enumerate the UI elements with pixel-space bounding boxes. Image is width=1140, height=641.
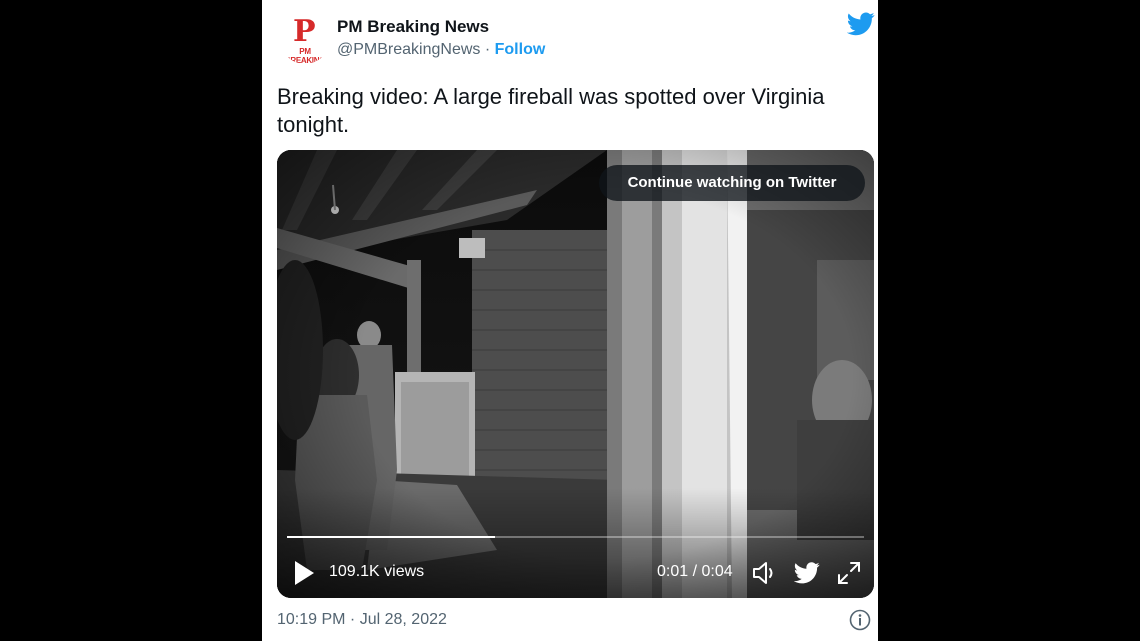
avatar-logo-text: PM BREAKING [284,47,326,64]
fullscreen-icon[interactable] [836,560,862,586]
handle-row: @PMBreakingNews · Follow [337,41,545,59]
twitter-bird-small-icon[interactable] [794,560,820,586]
view-count: 109.1K views [329,563,425,580]
account-handle[interactable]: @PMBreakingNews [337,41,480,58]
progress-bar[interactable] [287,536,864,538]
volume-icon[interactable] [751,560,777,586]
twitter-bird-icon[interactable] [847,12,875,36]
tweet-embed-card: P PM BREAKING PM Breaking News @PMBreaki… [262,0,878,641]
tweet-timestamp[interactable]: 10:19 PM · Jul 28, 2022 [277,611,447,629]
handle-separator: · [480,41,495,58]
controls-overlay [277,488,874,598]
progress-fill [287,536,495,538]
tweet-text: Breaking video: A large fireball was spo… [277,84,825,137]
follow-button[interactable]: Follow [495,41,546,58]
video-time: 0:01 / 0:04 [657,563,733,580]
info-icon[interactable] [849,609,871,631]
video-player[interactable]: Continue watching on Twitter 109.1K view… [277,150,874,598]
avatar[interactable]: P PM BREAKING [281,16,329,64]
continue-watching-button[interactable]: Continue watching on Twitter [599,165,865,201]
account-name[interactable]: PM Breaking News [337,17,489,37]
play-icon[interactable] [293,560,315,586]
avatar-logo-letter: P [293,16,316,49]
